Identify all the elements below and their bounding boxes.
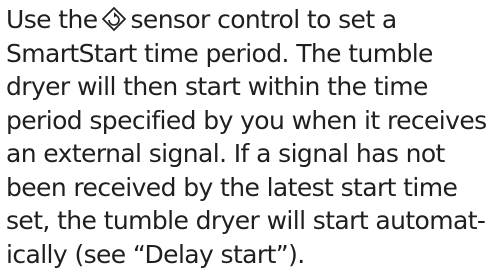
paragraph-line-2: SmartStart time period. The tumble (6, 37, 493, 71)
line-1-text-before: Use the (6, 5, 97, 34)
delay-start-sensor-icon (101, 6, 127, 32)
paragraph-line-1: Use the sensor control to set a (6, 3, 493, 37)
paragraph-line-3: dryer will then start within the time (6, 70, 493, 104)
paragraph-line-5: an external signal. If a signal has not (6, 137, 493, 171)
paragraph-line-7: set, the tumble dryer will start automat… (6, 204, 493, 238)
line-1-text-after: sensor control to set a (130, 5, 396, 34)
paragraph-line-4: period specified by you when it receives (6, 104, 493, 138)
paragraph-line-6: been received by the latest start time (6, 171, 493, 205)
instruction-paragraph: Use the sensor control to set a SmartStar… (6, 3, 493, 271)
